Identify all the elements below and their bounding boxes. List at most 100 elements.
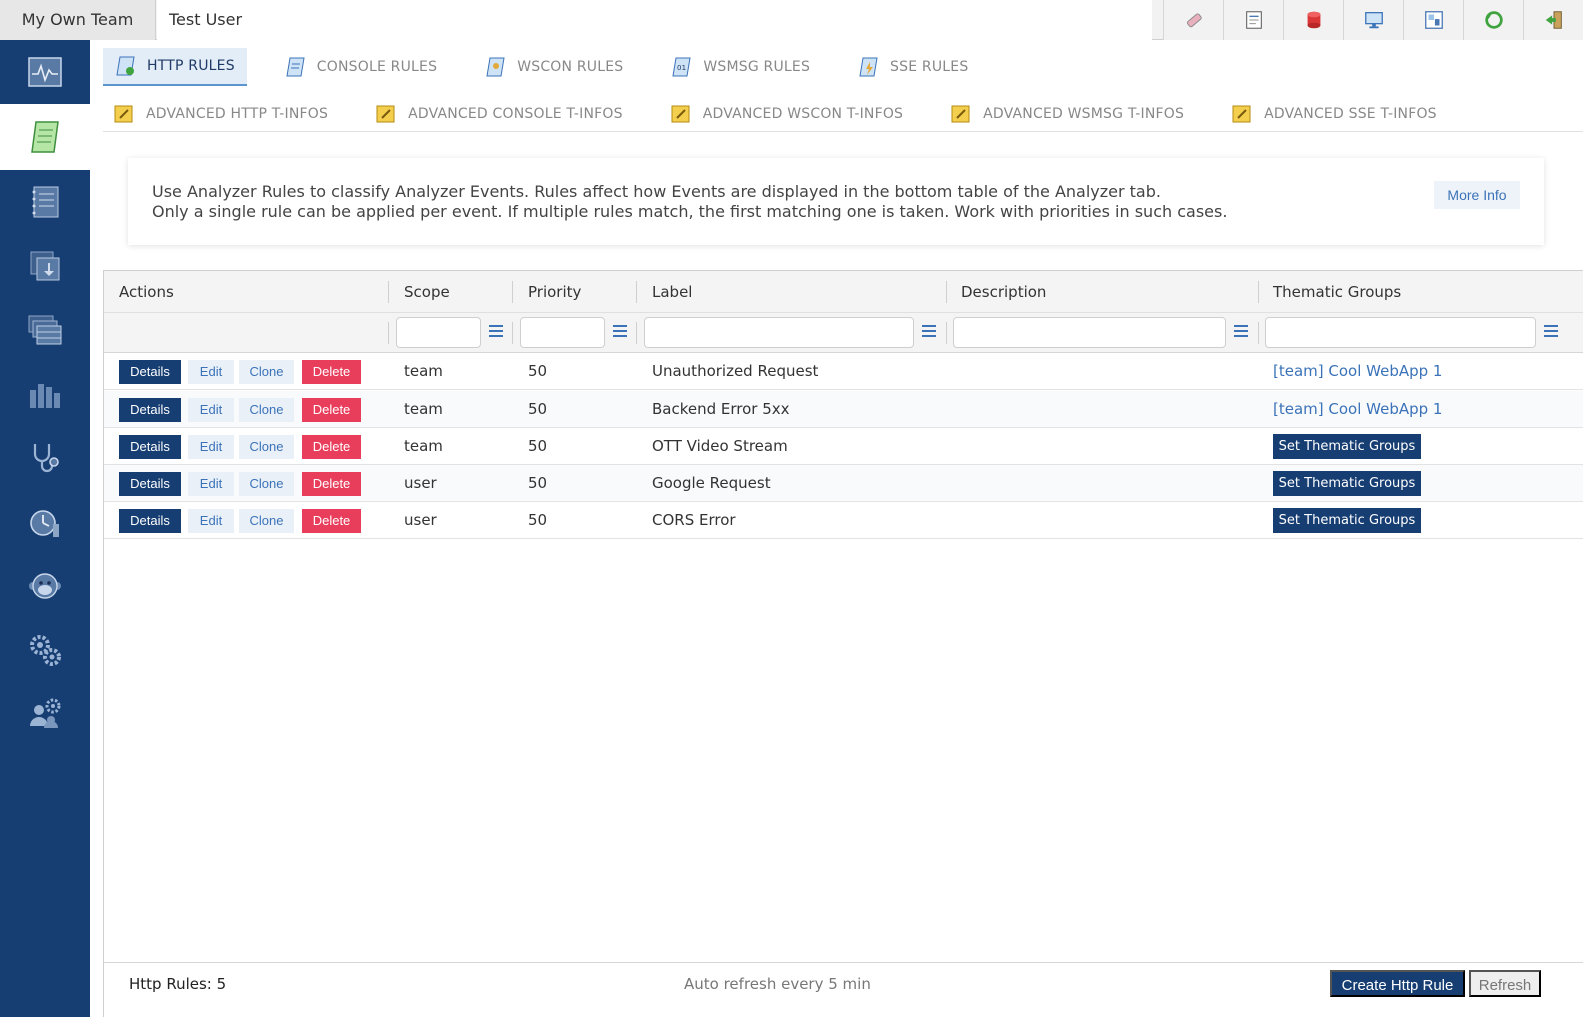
wscon-rules-icon (486, 57, 505, 77)
delete-button[interactable]: Delete (302, 360, 361, 384)
tab-sse-rules[interactable]: SSE RULES (846, 48, 980, 86)
label-filter-menu-icon[interactable] (922, 325, 936, 339)
table-row: Details Edit Clone Delete team 50 Unauth… (104, 353, 1583, 390)
sse-rules-icon (859, 57, 878, 77)
column-header-label[interactable]: Label (652, 271, 692, 313)
console-rules-icon (286, 57, 305, 77)
details-button[interactable]: Details (119, 360, 181, 384)
sidebar-item-analyzer[interactable] (0, 40, 90, 104)
tab-wsmsg-rules[interactable]: 01 WSMSG RULES (659, 48, 822, 86)
svg-text:01: 01 (677, 64, 686, 72)
delete-button[interactable]: Delete (302, 472, 361, 496)
settings-gears-icon (30, 635, 61, 666)
sidebar-item-tables[interactable] (0, 298, 90, 362)
details-button[interactable]: Details (119, 509, 181, 533)
database-icon[interactable] (1283, 0, 1343, 40)
eraser-icon[interactable] (1163, 0, 1223, 40)
column-header-thematic-groups[interactable]: Thematic Groups (1273, 271, 1401, 313)
edit-button[interactable]: Edit (188, 435, 234, 459)
sidebar-item-rules[interactable] (0, 104, 90, 170)
edit-button[interactable]: Edit (188, 472, 234, 496)
info-box: Use Analyzer Rules to classify Analyzer … (128, 158, 1544, 245)
tab-advanced-sse-tinfos[interactable]: ADVANCED SSE T-INFOS (1221, 96, 1448, 132)
priority-filter-input[interactable] (520, 317, 605, 348)
details-button[interactable]: Details (119, 398, 181, 422)
set-thematic-groups-button[interactable]: Set Thematic Groups (1273, 471, 1421, 496)
details-button[interactable]: Details (119, 472, 181, 496)
label-cell: OTT Video Stream (652, 437, 788, 455)
logout-icon[interactable] (1523, 0, 1583, 40)
delete-button[interactable]: Delete (302, 509, 361, 533)
clone-button[interactable]: Clone (239, 360, 294, 384)
clone-button[interactable]: Clone (239, 509, 294, 533)
toolbar-icons (1163, 0, 1583, 40)
thematic-groups-filter-input[interactable] (1265, 317, 1536, 348)
thematic-group-link[interactable]: [team] Cool WebApp 1 (1273, 391, 1442, 428)
details-button[interactable]: Details (119, 435, 181, 459)
sidebar-item-timer[interactable] (0, 490, 90, 554)
thematic-group-link[interactable]: [team] Cool WebApp 1 (1273, 353, 1442, 390)
sidebar-item-settings[interactable] (0, 618, 90, 682)
top-bar: My Own Team Test User (0, 0, 1583, 40)
tab-advanced-wsmsg-tinfos[interactable]: ADVANCED WSMSG T-INFOS (940, 96, 1195, 132)
report-icon[interactable] (1223, 0, 1283, 40)
set-thematic-groups-button[interactable]: Set Thematic Groups (1273, 508, 1421, 533)
delete-button[interactable]: Delete (302, 398, 361, 422)
edit-button[interactable]: Edit (188, 398, 234, 422)
sidebar-item-admin[interactable] (0, 682, 90, 746)
description-filter-input[interactable] (953, 317, 1226, 348)
table-row: Details Edit Clone Delete team 50 Backen… (104, 391, 1583, 428)
create-http-rule-button[interactable]: Create Http Rule (1330, 970, 1465, 997)
refresh-cycle-icon[interactable] (1463, 0, 1523, 40)
sidebar-item-stats[interactable] (0, 362, 90, 426)
sidebar-item-monkey[interactable] (0, 554, 90, 618)
edit-button[interactable]: Edit (188, 360, 234, 384)
scope-cell: user (404, 511, 437, 529)
sidebar-item-health[interactable] (0, 426, 90, 490)
scope-filter-menu-icon[interactable] (489, 325, 503, 339)
tab-console-rules[interactable]: CONSOLE RULES (273, 48, 449, 86)
column-header-priority[interactable]: Priority (528, 271, 581, 313)
priority-cell: 50 (528, 474, 548, 492)
column-header-actions[interactable]: Actions (119, 271, 174, 313)
priority-filter-menu-icon[interactable] (613, 325, 627, 339)
table-row: Details Edit Clone Delete user 50 Google… (104, 465, 1583, 502)
rules-table: Actions Scope Priority Label Description… (103, 270, 1583, 1017)
tab-http-rules[interactable]: HTTP RULES (103, 48, 247, 86)
label-cell: Backend Error 5xx (652, 400, 790, 418)
scope-filter-input[interactable] (396, 317, 481, 348)
column-header-description[interactable]: Description (961, 271, 1046, 313)
delete-button[interactable]: Delete (302, 435, 361, 459)
tab-wscon-rules[interactable]: WSCON RULES (473, 48, 635, 86)
monkey-icon (29, 573, 61, 599)
tab-advanced-wscon-tinfos[interactable]: ADVANCED WSCON T-INFOS (660, 96, 914, 132)
layout-icon[interactable] (1403, 0, 1463, 40)
refresh-button[interactable]: Refresh (1469, 970, 1541, 997)
rules-tabs: HTTP RULES CONSOLE RULES WSCON RULES 01 … (103, 48, 1004, 86)
main-content: HTTP RULES CONSOLE RULES WSCON RULES 01 … (90, 40, 1583, 1017)
note-edit-icon (951, 105, 970, 123)
thematic-groups-filter-menu-icon[interactable] (1544, 325, 1558, 339)
sidebar-item-notebook[interactable] (0, 170, 90, 234)
clone-button[interactable]: Clone (239, 435, 294, 459)
clone-button[interactable]: Clone (239, 472, 294, 496)
tab-advanced-http-tinfos[interactable]: ADVANCED HTTP T-INFOS (103, 96, 339, 132)
sidebar (0, 40, 90, 1017)
priority-cell: 50 (528, 437, 548, 455)
edit-button[interactable]: Edit (188, 509, 234, 533)
tab-advanced-console-tinfos[interactable]: ADVANCED CONSOLE T-INFOS (365, 96, 634, 132)
clone-button[interactable]: Clone (239, 398, 294, 422)
label-filter-input[interactable] (644, 317, 914, 348)
set-thematic-groups-button[interactable]: Set Thematic Groups (1273, 434, 1421, 459)
info-text: Use Analyzer Rules to classify Analyzer … (152, 182, 1228, 221)
description-filter-menu-icon[interactable] (1234, 325, 1248, 339)
team-selector[interactable]: My Own Team (0, 0, 156, 40)
monitor-icon[interactable] (1343, 0, 1403, 40)
sidebar-item-download[interactable] (0, 234, 90, 298)
rules-scroll-icon (31, 121, 59, 153)
column-header-scope[interactable]: Scope (404, 271, 450, 313)
stethoscope-icon (33, 444, 59, 473)
label-cell: CORS Error (652, 511, 736, 529)
more-info-button[interactable]: More Info (1434, 181, 1520, 209)
table-row: Details Edit Clone Delete team 50 OTT Vi… (104, 428, 1583, 465)
